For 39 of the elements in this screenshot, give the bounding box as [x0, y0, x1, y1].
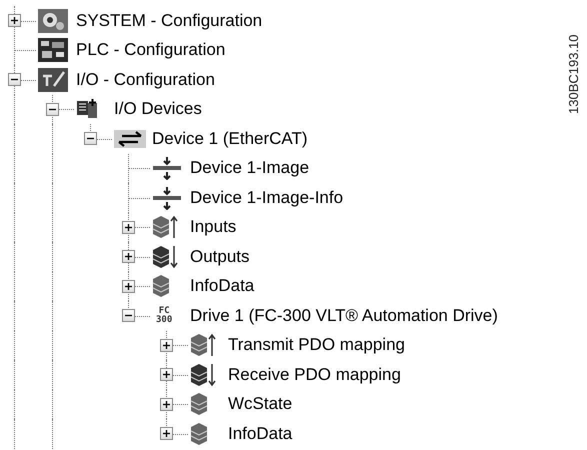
- expander-box[interactable]: [160, 427, 173, 440]
- expander-box[interactable]: [84, 132, 97, 146]
- tree-item[interactable]: PLC - Configuration: [76, 40, 226, 60]
- expander-box[interactable]: [122, 280, 135, 293]
- tree-item[interactable]: Transmit PDO mapping: [228, 335, 405, 356]
- expander-box[interactable]: [160, 398, 173, 411]
- tree-item[interactable]: Outputs: [190, 246, 250, 267]
- tree-item[interactable]: Inputs: [190, 217, 236, 238]
- tree-item[interactable]: Device 1-Image: [190, 158, 310, 178]
- tree-item[interactable]: Device 1-Image-Info: [190, 188, 344, 208]
- tree-item[interactable]: I/O Devices: [114, 99, 202, 120]
- expander-box[interactable]: [160, 338, 173, 352]
- io-icon: [38, 68, 68, 92]
- tree-item[interactable]: WcState: [228, 394, 292, 414]
- expander-box[interactable]: [122, 309, 135, 322]
- expander-box[interactable]: [122, 250, 135, 264]
- expander-box[interactable]: [122, 220, 135, 234]
- tree-item[interactable]: InfoData: [228, 424, 292, 444]
- expander-box[interactable]: [8, 73, 21, 86]
- tree-item[interactable]: SYSTEM - Configuration: [76, 10, 262, 31]
- expander-box[interactable]: [46, 102, 59, 116]
- stack-up-arrow-icon: [190, 333, 216, 358]
- stack-down-arrow-icon: [152, 244, 178, 269]
- tree-item[interactable]: I/O - Configuration: [76, 70, 215, 90]
- tree-item[interactable]: Device 1 (EtherCAT): [152, 128, 308, 149]
- arrows-icon: [114, 130, 146, 148]
- tree-item[interactable]: Drive 1 (FC-300 VLT® Automation Drive): [190, 306, 498, 326]
- stack-up-arrow-icon: [152, 215, 178, 240]
- image-icon: [152, 186, 182, 210]
- image-icon: [152, 156, 182, 180]
- devices-icon: [76, 98, 98, 120]
- figure-code: 130BC193.10: [566, 33, 581, 114]
- expander-box[interactable]: [160, 368, 173, 382]
- tree-item[interactable]: InfoData: [190, 276, 254, 296]
- plc-icon: [38, 38, 68, 62]
- drive-icon: FC 300: [152, 306, 176, 325]
- expander-box[interactable]: [8, 14, 21, 28]
- tree-item[interactable]: Receive PDO mapping: [228, 364, 401, 385]
- stack-down-arrow-icon: [190, 362, 216, 387]
